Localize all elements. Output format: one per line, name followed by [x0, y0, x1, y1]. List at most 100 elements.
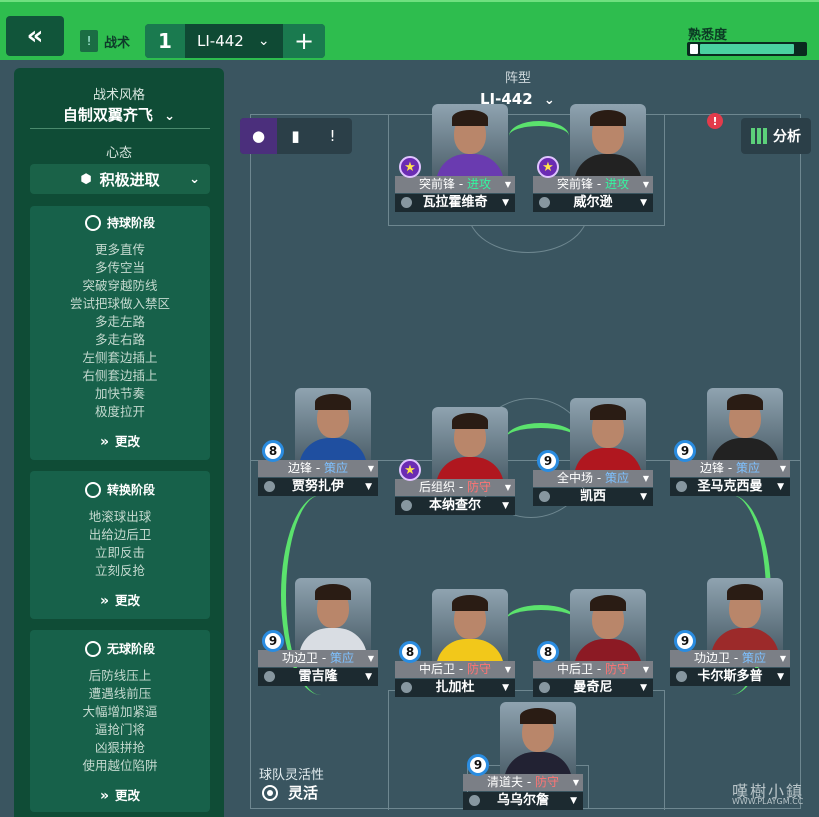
person-icon [676, 481, 687, 492]
role-duty: 策应 [329, 651, 354, 665]
player-role-dropdown[interactable]: 边锋 - 策应 ▼ [670, 460, 790, 477]
player-role-dropdown[interactable]: 全中场 - 策应 ▼ [533, 470, 653, 487]
tactics-sidebar: 战术风格 自制双翼齐飞 ⌄ 心态 ⬢ 积极进取 ⌄ 持球阶段 更多直传 多传空当突… [14, 68, 224, 817]
add-tactic-button[interactable]: + [283, 24, 325, 58]
tactics-label: 战术 [104, 36, 131, 51]
role-name: 清道夫 [487, 775, 524, 789]
player-role-dropdown[interactable]: 突前锋 - 进攻 ▼ [395, 176, 515, 193]
partnership-link [506, 605, 576, 635]
tactical-style-caption: 战术风格 [92, 88, 145, 103]
instructions-view-button[interactable]: ! [314, 118, 351, 154]
warning-icon[interactable]: ! [707, 113, 723, 129]
back-button[interactable]: « [6, 16, 64, 56]
player-photo [570, 398, 646, 472]
person-icon: ● [251, 127, 266, 145]
tactic-slot-name: LI-442 [197, 32, 244, 50]
player-role-dropdown[interactable]: 中后卫 - 防守 ▼ [395, 661, 515, 678]
stats-view-button[interactable]: ▮ [277, 118, 314, 154]
instruction-item: 地滚球出球 [88, 509, 152, 524]
rating-badge: 9 [537, 450, 559, 472]
grid-icon [751, 128, 767, 144]
familiarity-icon [690, 44, 698, 54]
tactical-style-dropdown[interactable]: 自制双翼齐飞 ⌄ [14, 104, 224, 125]
player-name-dropdown[interactable]: 贾努扎伊 ▼ [258, 478, 378, 496]
change-in-possession-button[interactable]: » 更改 [30, 431, 210, 450]
player-role-dropdown[interactable]: 功边卫 - 策应 ▼ [258, 650, 378, 667]
instruction-item: 凶狠拼抢 [94, 740, 145, 755]
player-photo [707, 578, 783, 652]
caret-down-icon: ▼ [642, 474, 649, 483]
caret-down-icon: ▼ [504, 483, 511, 492]
player-photo [432, 104, 508, 178]
role-duty: 策应 [323, 461, 348, 475]
player-photo [707, 388, 783, 462]
mentality-caption: 心态 [105, 146, 132, 161]
player-role-dropdown[interactable]: 后组织 - 防守 ▼ [395, 479, 515, 496]
person-icon [539, 197, 550, 208]
player-name: 贾努扎伊 [291, 479, 344, 494]
player-photo [295, 388, 371, 462]
player-photo [570, 104, 646, 178]
player-name-dropdown[interactable]: 乌乌尔詹 ▼ [463, 792, 583, 810]
person-icon [401, 500, 412, 511]
tactic-slot-dropdown[interactable]: LI-442 ⌄ [185, 24, 283, 58]
team-flexibility-value: 灵活 [288, 784, 319, 802]
person-icon [264, 671, 275, 682]
role-name: 中后卫 [557, 662, 594, 676]
rating-badge: 9 [467, 754, 489, 776]
player-role-dropdown[interactable]: 突前锋 - 进攻 ▼ [533, 176, 653, 193]
team-flexibility[interactable]: 灵活 [262, 782, 318, 803]
person-icon [401, 682, 412, 693]
star-icon: ★ [537, 156, 559, 178]
player-view-button[interactable]: ● [240, 118, 277, 154]
player-name-dropdown[interactable]: 威尔逊 ▼ [533, 194, 653, 212]
phase-instructions: 更多直传 多传空当 突破穿越防线 尝试把球做入禁区 多走左路 多走右路 左侧套边插上 右侧套边… [30, 241, 210, 421]
caret-down-icon: ▼ [642, 180, 649, 189]
instruction-item: 右侧套边插上 [82, 368, 158, 383]
analysis-button[interactable]: 分析 [741, 118, 811, 154]
player-name-dropdown[interactable]: 卡尔斯多普 ▼ [670, 668, 790, 686]
instruction-item: 极度拉开 [94, 404, 145, 419]
player-name-dropdown[interactable]: 扎加杜 ▼ [395, 679, 515, 697]
player-role-dropdown[interactable]: 中后卫 - 防守 ▼ [533, 661, 653, 678]
player-name-dropdown[interactable]: 瓦拉霍维奇 ▼ [395, 194, 515, 212]
change-out-of-possession-button[interactable]: » 更改 [30, 785, 210, 804]
person-icon [539, 491, 550, 502]
mentality-dropdown[interactable]: ⬢ 积极进取 ⌄ [30, 164, 210, 194]
person-icon [676, 671, 687, 682]
player-name-dropdown[interactable]: 凯西 ▼ [533, 488, 653, 506]
familiarity-bar[interactable] [687, 42, 807, 56]
player-photo [432, 589, 508, 663]
player-role-dropdown[interactable]: 清道夫 - 防守 ▼ [463, 774, 583, 791]
caret-down-icon: ▼ [777, 672, 784, 682]
rating-badge: 8 [262, 440, 284, 462]
player-name-dropdown[interactable]: 本纳查尔 ▼ [395, 497, 515, 515]
role-name: 边锋 [288, 461, 313, 475]
player-photo [295, 578, 371, 652]
change-label: 更改 [115, 593, 141, 608]
player-name: 卡尔斯多普 [697, 669, 763, 684]
rating-badge: 8 [399, 641, 421, 663]
person-icon [401, 197, 412, 208]
player-name-dropdown[interactable]: 曼奇尼 ▼ [533, 679, 653, 697]
change-transition-button[interactable]: » 更改 [30, 590, 210, 609]
instruction-item: 左侧套边插上 [82, 350, 158, 365]
instruction-item: 更多直传 [94, 242, 145, 257]
analysis-label: 分析 [773, 129, 801, 145]
caret-down-icon: ▼ [640, 683, 647, 693]
instruction-item: 多走左路 [94, 314, 145, 329]
player-name-dropdown[interactable]: 雷吉隆 ▼ [258, 668, 378, 686]
person-icon [539, 682, 550, 693]
player-role-dropdown[interactable]: 功边卫 - 策应 ▼ [670, 650, 790, 667]
tactics-icon: ! [80, 30, 98, 52]
player-name: 曼奇尼 [573, 680, 613, 695]
tactic-slot-number[interactable]: 1 [145, 24, 185, 58]
player-name: 瓦拉霍维奇 [422, 195, 488, 210]
tactics-icon: ! [329, 127, 336, 145]
double-chevron-left-icon: « [26, 21, 44, 51]
player-role-dropdown[interactable]: 边锋 - 策应 ▼ [258, 460, 378, 477]
view-toggle: ● ▮ ! [240, 118, 352, 154]
player-name-dropdown[interactable]: 圣马克西曼 ▼ [670, 478, 790, 496]
change-label: 更改 [115, 434, 141, 449]
role-duty: 策应 [735, 461, 760, 475]
